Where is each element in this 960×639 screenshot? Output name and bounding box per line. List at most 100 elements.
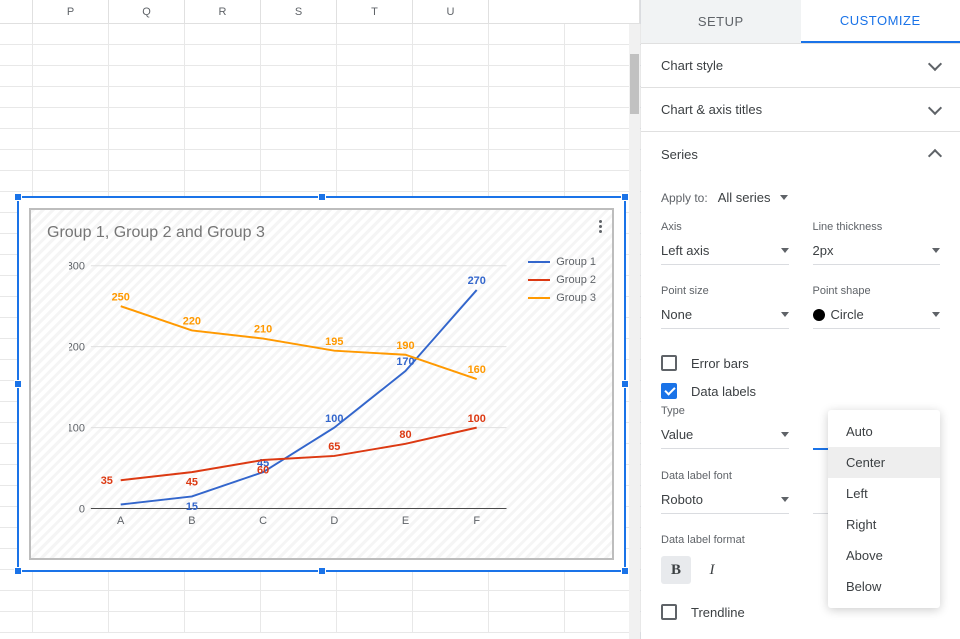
svg-text:270: 270 [468,275,486,287]
svg-text:A: A [117,515,125,527]
resize-handle[interactable] [14,193,22,201]
resize-handle[interactable] [621,567,629,575]
point-size-field: Point size None [661,285,789,329]
dropdown-icon [780,195,788,200]
svg-text:190: 190 [396,340,414,352]
point-shape-field: Point shape Circle [813,285,941,329]
select-value: Left axis [661,243,709,258]
svg-text:170: 170 [396,356,414,368]
dropdown-icon [781,497,789,502]
column-headers: PQRSTU [0,0,640,24]
resize-handle[interactable] [621,380,629,388]
dropdown-icon [781,312,789,317]
svg-text:65: 65 [328,441,340,453]
resize-handle[interactable] [621,193,629,201]
resize-handle[interactable] [14,380,22,388]
column-header[interactable]: S [261,0,337,23]
svg-text:100: 100 [69,423,85,435]
point-shape-select[interactable]: Circle [813,303,941,329]
select-value: Value [661,427,693,442]
panel-tabs: SETUP CUSTOMIZE [641,0,960,44]
apply-to-row[interactable]: Apply to: All series [661,182,940,221]
chart-title[interactable]: Group 1, Group 2 and Group 3 [47,224,265,242]
dropdown-icon [781,432,789,437]
svg-text:300: 300 [69,261,85,273]
scrollbar-thumb[interactable] [630,54,639,114]
vertical-scrollbar[interactable] [629,24,640,639]
section-series[interactable]: Series [641,132,960,176]
svg-text:35: 35 [101,475,113,487]
select-value: Circle [831,307,864,322]
resize-handle[interactable] [318,567,326,575]
section-label: Chart & axis titles [661,102,762,117]
svg-text:15: 15 [186,501,198,513]
section-label: Series [661,147,698,162]
select-value: 2px [813,243,834,258]
svg-text:D: D [330,515,338,527]
data-label-font-select[interactable]: Roboto [661,488,789,514]
dropdown-icon [781,248,789,253]
series-body: Apply to: All series Axis Left axis Line… [641,176,960,639]
section-chart-style[interactable]: Chart style [641,44,960,88]
checkbox-label: Trendline [691,605,745,620]
bold-button[interactable]: B [661,556,691,584]
field-label: Axis [661,221,789,233]
svg-text:160: 160 [468,364,486,376]
checkbox-label: Data labels [691,384,756,399]
dropdown-item[interactable]: Below [828,571,940,602]
type-field: Type Value [661,405,789,450]
checkbox-icon [661,355,677,371]
chart-canvas[interactable]: Group 1, Group 2 and Group 3 Group 1Grou… [29,208,614,560]
resize-handle[interactable] [318,193,326,201]
column-header[interactable]: R [185,0,261,23]
position-dropdown-menu[interactable]: AutoCenterLeftRightAboveBelow [828,410,940,608]
chevron-down-icon [928,56,942,70]
apply-to-value: All series [718,190,771,205]
chart-more-menu-icon[interactable] [595,216,606,237]
spreadsheet-area[interactable]: PQRSTU Group 1, Group 2 and Group 3 Grou… [0,0,640,639]
field-label: Point size [661,285,789,297]
svg-text:45: 45 [186,477,198,489]
column-header[interactable]: P [33,0,109,23]
dropdown-item[interactable]: Center [828,447,940,478]
svg-text:100: 100 [468,413,486,425]
section-chart-axis-titles[interactable]: Chart & axis titles [641,88,960,132]
line-thickness-select[interactable]: 2px [813,239,941,265]
svg-text:210: 210 [254,324,272,336]
dropdown-item[interactable]: Right [828,509,940,540]
select-value: None [661,307,692,322]
field-label: Type [661,405,789,417]
svg-text:250: 250 [112,291,130,303]
italic-button[interactable]: I [697,556,727,584]
error-bars-checkbox[interactable]: Error bars [661,349,940,377]
embedded-chart[interactable]: Group 1, Group 2 and Group 3 Group 1Grou… [17,196,626,572]
type-select[interactable]: Value [661,423,789,449]
dropdown-item[interactable]: Above [828,540,940,571]
checkbox-label: Error bars [691,356,749,371]
data-labels-checkbox[interactable]: Data labels [661,377,940,405]
column-header[interactable]: T [337,0,413,23]
svg-text:B: B [188,515,195,527]
svg-text:220: 220 [183,316,201,328]
dropdown-icon [932,248,940,253]
axis-field: Axis Left axis [661,221,789,265]
field-label: Line thickness [813,221,941,233]
svg-text:80: 80 [399,429,411,441]
dropdown-item[interactable]: Left [828,478,940,509]
column-header[interactable]: U [413,0,489,23]
tab-setup[interactable]: SETUP [641,0,801,43]
select-value: Roboto [661,492,703,507]
point-size-select[interactable]: None [661,303,789,329]
circle-icon [813,309,825,321]
chevron-down-icon [928,100,942,114]
resize-handle[interactable] [14,567,22,575]
dropdown-item[interactable]: Auto [828,416,940,447]
svg-text:E: E [402,515,409,527]
svg-text:C: C [259,515,267,527]
axis-select[interactable]: Left axis [661,239,789,265]
svg-text:60: 60 [257,465,269,477]
data-label-font-field: Data label font Roboto [661,470,789,514]
column-header[interactable]: Q [109,0,185,23]
tab-customize[interactable]: CUSTOMIZE [801,0,960,43]
checkbox-checked-icon [661,383,677,399]
